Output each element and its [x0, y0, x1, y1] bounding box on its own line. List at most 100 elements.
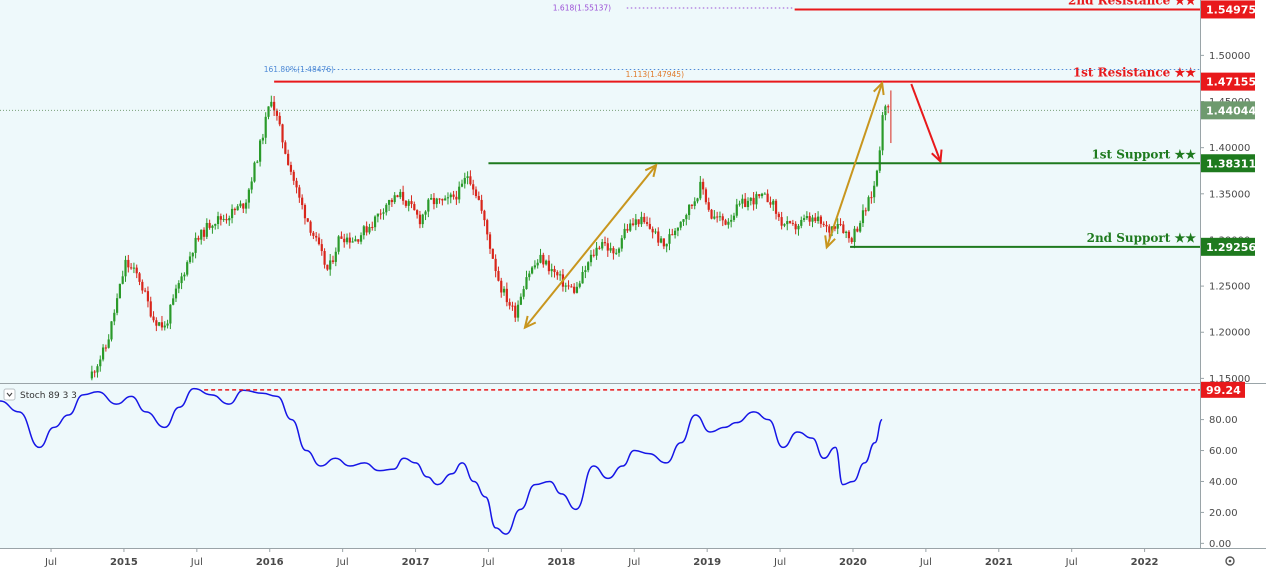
candle-body	[306, 218, 309, 222]
candle-body	[208, 222, 211, 228]
tag-text: 1.54975	[1206, 3, 1256, 16]
candle-body	[144, 290, 147, 292]
candle-body	[368, 226, 371, 233]
candle-body	[96, 366, 99, 373]
candle-body	[511, 305, 514, 307]
candle-body	[376, 213, 379, 217]
candle-body	[244, 202, 248, 209]
candle-body	[609, 248, 612, 251]
candle-body	[402, 191, 405, 201]
chart: 2nd Resistance ★★ 1st Resistance ★★ 1st Su…	[0, 0, 1266, 568]
candle-body	[177, 283, 180, 289]
candle-body	[606, 243, 609, 251]
candle-body	[382, 212, 385, 214]
candle-body	[93, 371, 96, 373]
stoch-level-tag: 99.24	[1201, 381, 1245, 398]
candle-body	[141, 281, 144, 291]
candle-body	[205, 222, 208, 237]
date-axis[interactable]: Jul 2015 Jul 2016 Jul 2017 Jul 2018 Jul 2019 Jul 20…	[44, 548, 1159, 568]
candle-body	[850, 238, 853, 243]
stochastic-axis[interactable]: 80.00 60.00 40.00 20.00 0.00	[1200, 415, 1238, 550]
candle-body	[460, 183, 464, 187]
candle-body	[256, 161, 259, 163]
stoch-tick-label: 0.00	[1209, 539, 1231, 550]
candle-body	[500, 280, 503, 293]
candle-body	[194, 237, 197, 253]
candle-body	[794, 223, 797, 230]
candle-body	[463, 177, 466, 184]
candle-body	[247, 189, 250, 203]
date-tick-label: 2022	[1131, 557, 1159, 568]
collapse-toggle[interactable]	[3, 388, 16, 401]
tag-text: 1.47155	[1206, 76, 1256, 89]
candle-body	[188, 256, 192, 263]
candle-body	[320, 244, 323, 252]
candle-body	[881, 115, 884, 151]
candle-body	[340, 236, 343, 239]
candle-body	[357, 239, 360, 242]
candle-body	[250, 181, 253, 190]
candle-body	[662, 238, 665, 247]
candle-body	[472, 184, 475, 190]
price-tick-label: 1.25000	[1209, 282, 1250, 293]
candle-body	[115, 298, 119, 313]
candle-body	[138, 273, 141, 282]
candle-body	[867, 197, 870, 211]
candle-body	[166, 323, 169, 326]
candle-body	[679, 221, 682, 228]
candle-body	[233, 208, 236, 211]
candle-body	[550, 269, 553, 272]
candle-body	[556, 272, 559, 276]
candle-body	[469, 176, 472, 185]
candle-body	[718, 216, 722, 218]
candle-body	[438, 198, 441, 200]
candle-body	[665, 243, 668, 247]
stoch-tick-label: 60.00	[1209, 446, 1238, 457]
candle-body	[654, 231, 657, 233]
resistance-price-tag: 1.47155	[1201, 72, 1256, 91]
candle-body	[659, 238, 663, 243]
candle-body	[455, 196, 458, 200]
candle-body	[118, 283, 121, 299]
candle-body	[631, 223, 635, 225]
candle-body	[626, 228, 629, 231]
candle-body	[545, 260, 548, 265]
candle-body	[418, 214, 422, 225]
current-price-tag: 1.44044	[1201, 101, 1256, 120]
candle-body	[859, 223, 862, 232]
candle-body	[410, 201, 413, 205]
candle-body	[197, 237, 200, 240]
candle-body	[780, 217, 783, 226]
candle-body	[707, 202, 710, 210]
candle-body	[533, 265, 536, 268]
candle-body	[135, 267, 138, 274]
candle-body	[222, 218, 225, 220]
candle-body	[295, 180, 298, 188]
stoch-title: Stoch 89 3 3	[20, 391, 77, 401]
candle-body	[847, 231, 851, 239]
candle-body	[522, 289, 525, 297]
candle-body	[716, 216, 719, 218]
candle-body	[685, 215, 688, 220]
candle-body	[547, 260, 551, 272]
candle-body	[704, 189, 708, 203]
candle-body	[856, 228, 859, 232]
candle-body	[505, 288, 508, 303]
candle-body	[186, 262, 189, 275]
candle-body	[774, 200, 778, 214]
candle-body	[822, 223, 825, 225]
price-axis[interactable]: 1.500001.450001.400001.350001.300001.250…	[1200, 51, 1250, 385]
candle-body	[258, 140, 262, 162]
candle-body	[696, 198, 699, 202]
gear-icon[interactable]	[1225, 556, 1235, 566]
candle-body	[814, 217, 817, 222]
candle-body	[688, 204, 691, 216]
candle-body	[755, 194, 758, 205]
candle-body	[444, 198, 447, 201]
stoch-legend[interactable]: Stoch 89 3 3	[3, 388, 77, 401]
candle-body	[331, 260, 335, 262]
candle-body	[113, 312, 116, 322]
candle-body	[587, 262, 590, 271]
candle-body	[449, 194, 452, 198]
candle-body	[183, 274, 186, 277]
